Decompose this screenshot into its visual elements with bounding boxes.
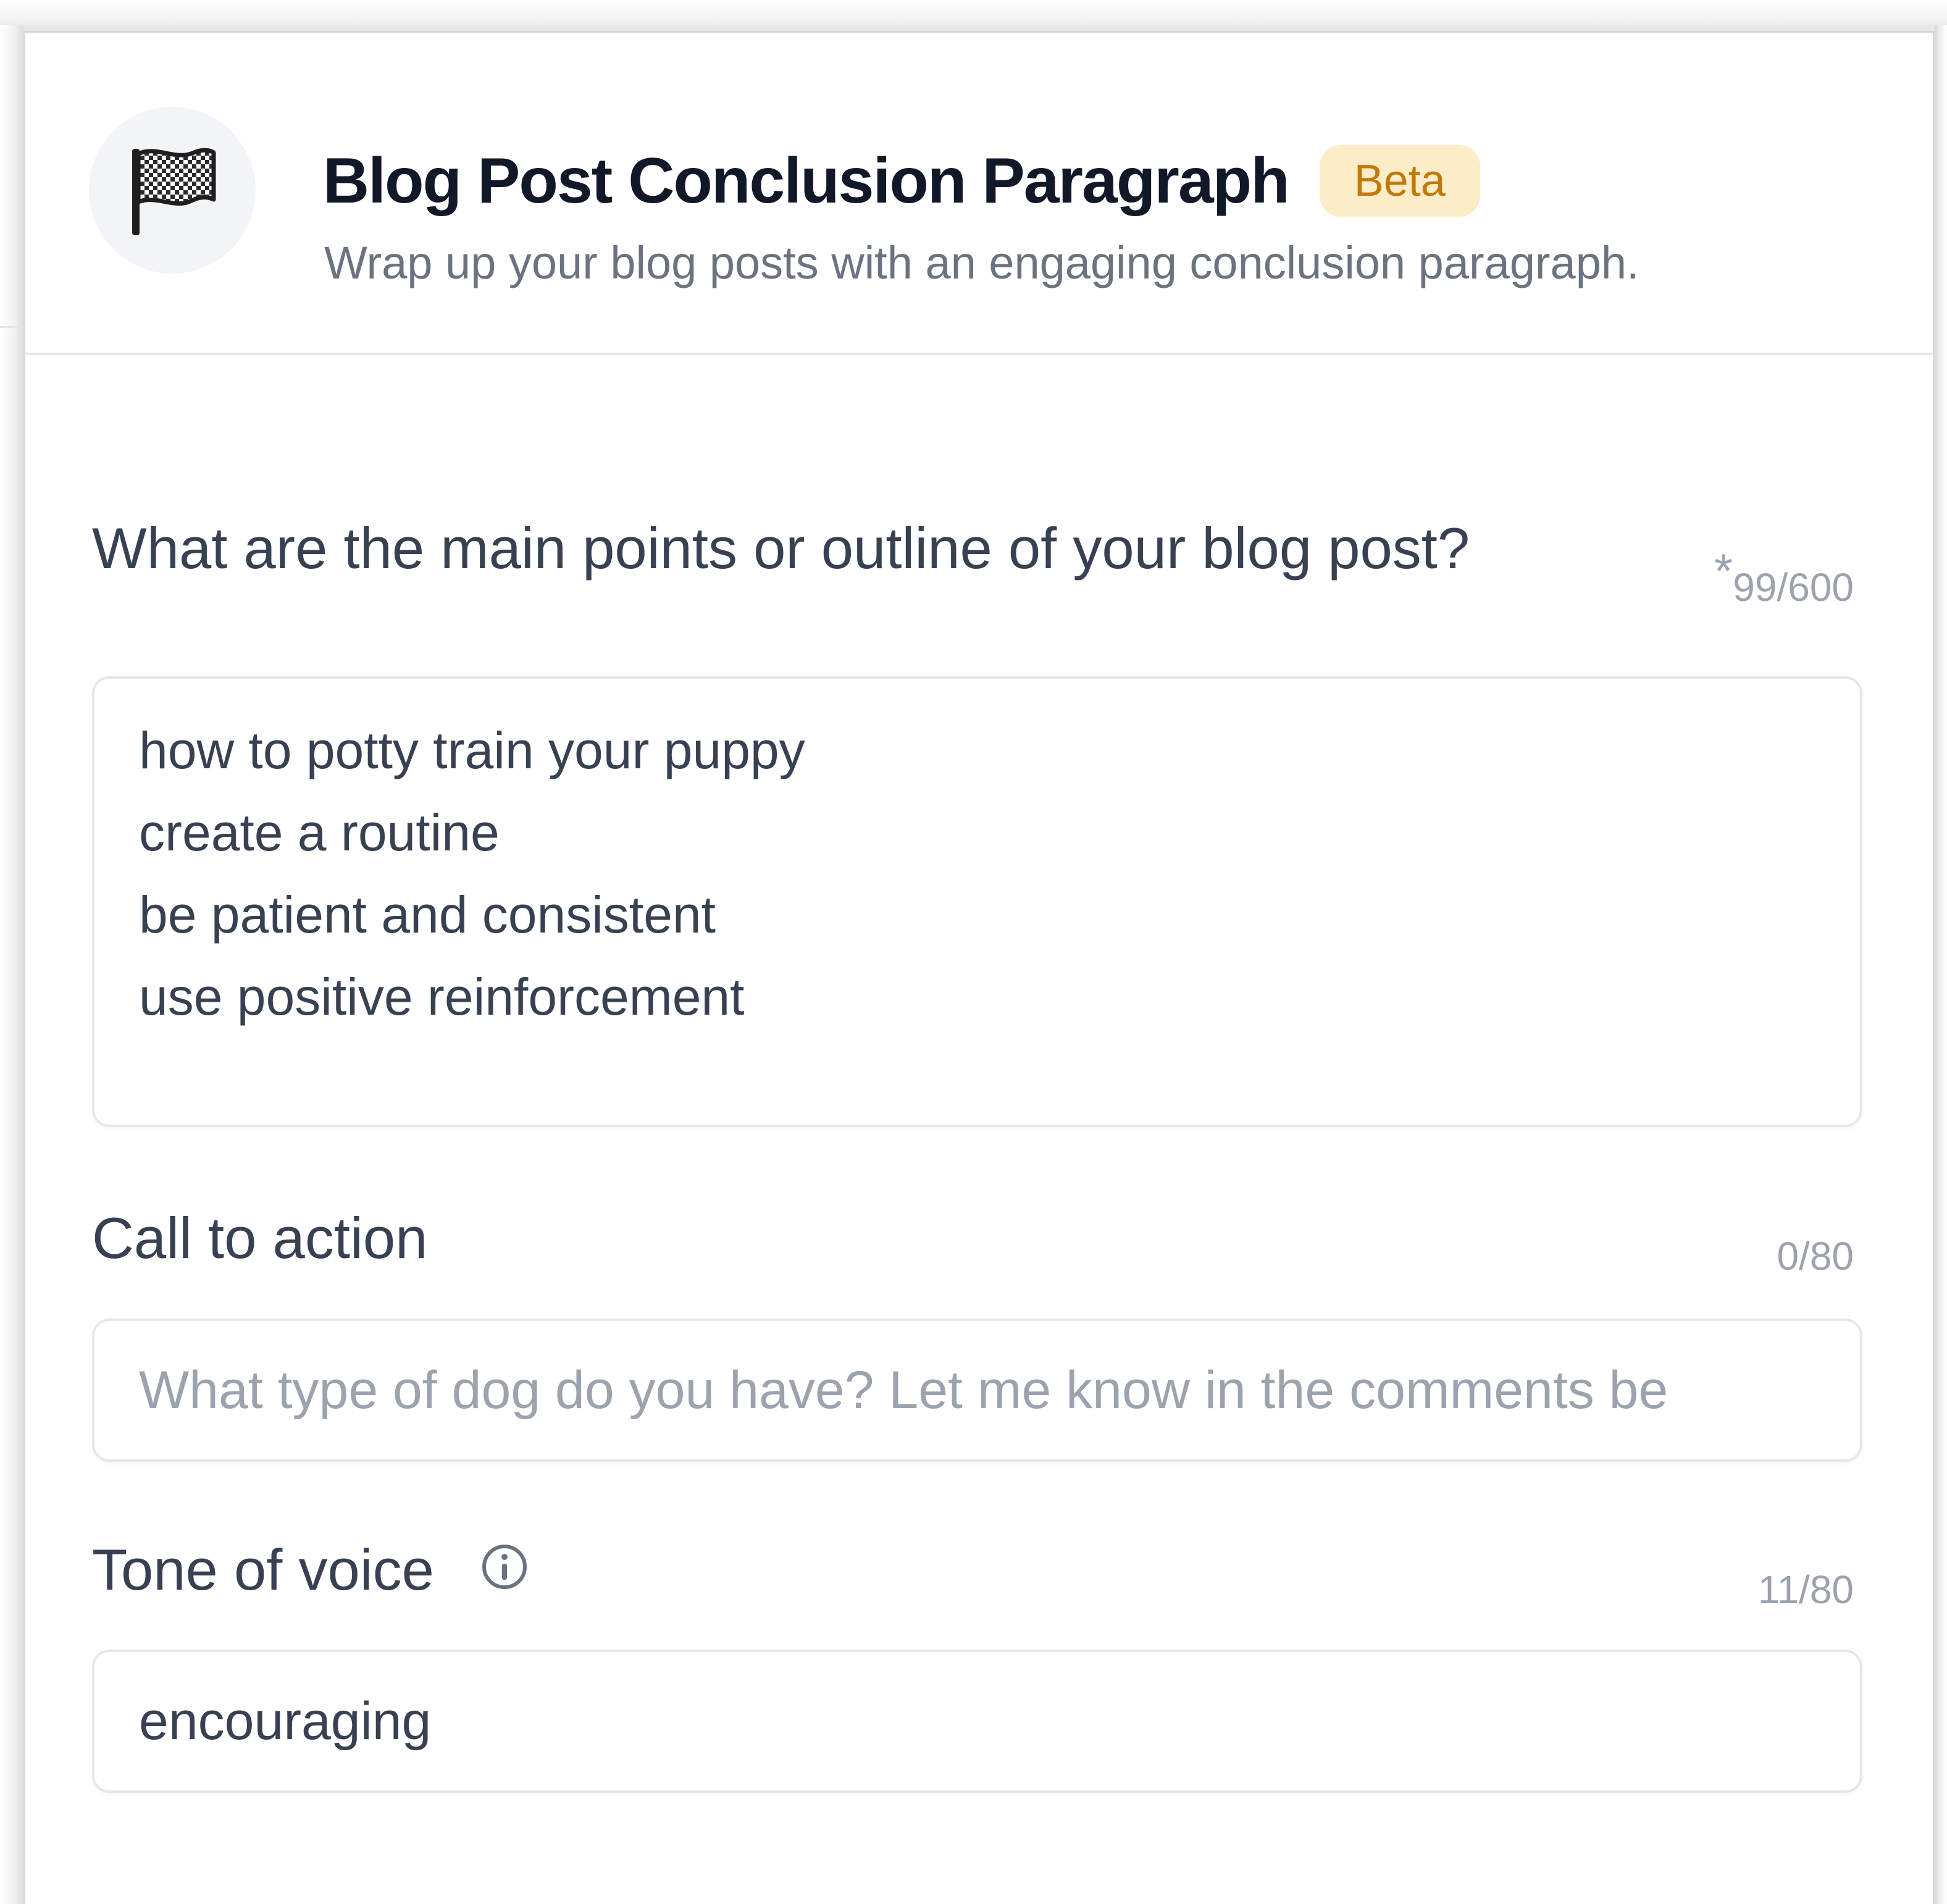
page-subtitle: Wrap up your blog posts with an engaging…	[324, 237, 1639, 288]
main-points-line: use positive reinforcement	[139, 968, 745, 1026]
main-points-line: create a routine	[139, 803, 500, 862]
main-points-line: how to potty train your puppy	[139, 721, 805, 779]
main-points-counter: *99/600	[1714, 543, 1854, 613]
call-to-action-placeholder: What type of dog do you have? Let me kno…	[139, 1360, 1669, 1420]
tone-of-voice-label-row: Tone of voice	[92, 1537, 528, 1608]
info-icon[interactable]	[481, 1537, 528, 1604]
page: Blog Post Conclusion Paragraph Beta Wrap…	[0, 0, 1947, 1904]
checkered-flag-icon	[132, 148, 216, 235]
call-to-action-label: Call to action	[92, 1206, 428, 1270]
shadow-top	[0, 0, 1947, 32]
main-points-char-count: 99/600	[1733, 565, 1854, 610]
tool-form-card: Blog Post Conclusion Paragraph Beta Wrap…	[23, 31, 1935, 1904]
title-row: Blog Post Conclusion Paragraph Beta	[323, 138, 1480, 224]
call-to-action-char-count: 0/80	[1777, 1234, 1854, 1278]
tone-of-voice-label: Tone of voice	[92, 1537, 434, 1602]
beta-badge: Beta	[1319, 145, 1480, 217]
main-points-line: be patient and consistent	[139, 886, 716, 944]
tool-header: Blog Post Conclusion Paragraph Beta Wrap…	[25, 33, 1933, 355]
shadow-right	[1935, 25, 1947, 1904]
background-divider	[0, 326, 23, 328]
main-points-textarea[interactable]: how to potty train your puppy create a r…	[92, 676, 1862, 1127]
tone-of-voice-char-count: 11/80	[1757, 1567, 1854, 1612]
tool-icon-container	[89, 107, 256, 274]
page-title: Blog Post Conclusion Paragraph	[323, 145, 1290, 217]
call-to-action-input[interactable]: What type of dog do you have? Let me kno…	[92, 1319, 1862, 1462]
shadow-left	[0, 25, 23, 1904]
tone-of-voice-value: encouraging	[139, 1691, 432, 1751]
required-marker: *	[1714, 543, 1733, 598]
main-points-label: What are the main points or outline of y…	[92, 516, 1470, 581]
tone-of-voice-input[interactable]: encouraging	[92, 1650, 1862, 1793]
